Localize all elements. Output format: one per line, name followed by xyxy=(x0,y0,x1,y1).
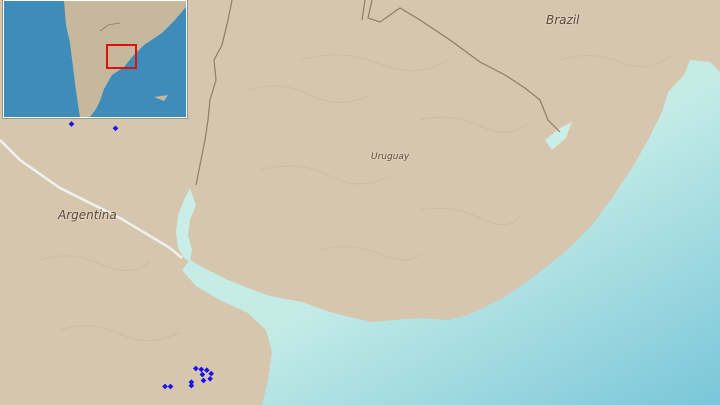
inset-basemap xyxy=(4,1,186,117)
label-brazil: Brazil xyxy=(546,13,580,27)
label-argentina: Argentina xyxy=(58,208,117,222)
locator-inset-map[interactable] xyxy=(3,0,187,118)
map-view[interactable]: Brazil Uruguay Argentina xyxy=(0,0,720,405)
label-uruguay: Uruguay xyxy=(371,152,410,162)
